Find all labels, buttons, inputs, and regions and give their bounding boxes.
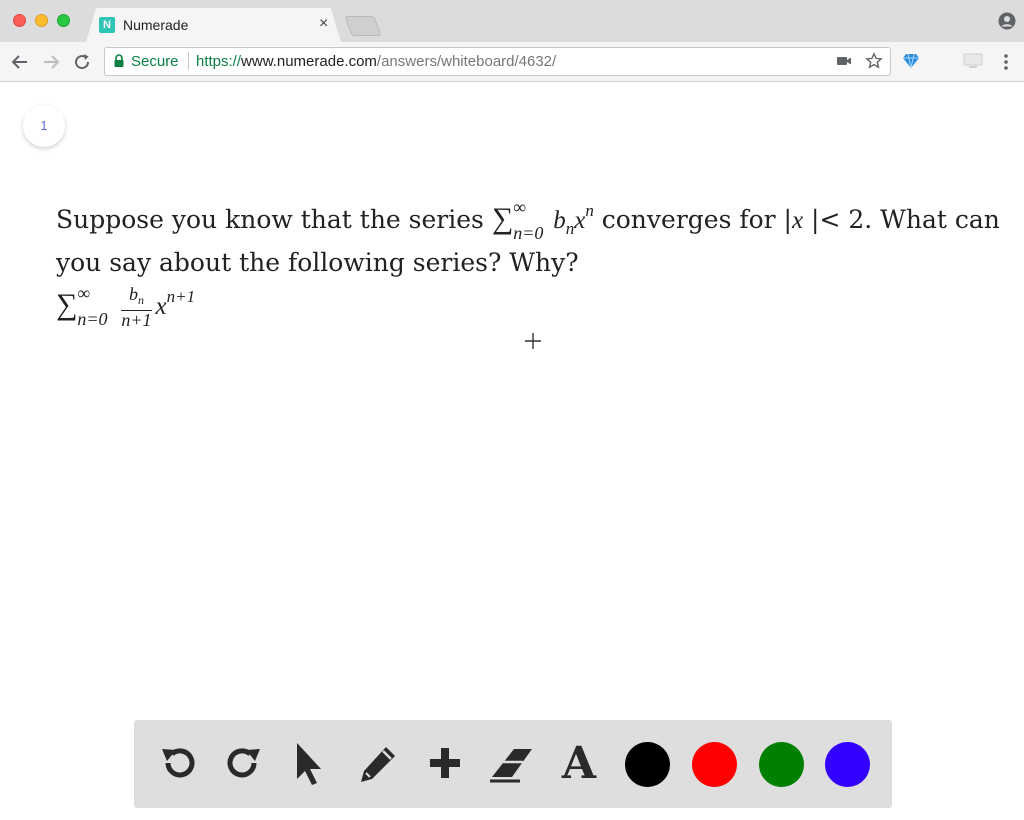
browser-menu-icon[interactable] xyxy=(996,52,1016,72)
question-text: Suppose you know that the series ∑ ∞ n=0 bn… xyxy=(56,194,1024,330)
crosshair-cursor-icon xyxy=(525,333,541,349)
plus-icon[interactable] xyxy=(423,741,467,787)
numerade-favicon-icon: N xyxy=(99,17,115,33)
fraction: bn n+1 xyxy=(121,284,152,330)
question-text-segment: Suppose you know that the series xyxy=(56,205,492,234)
question-text-segment: |< 2. What can xyxy=(803,205,1000,234)
url-scheme: https:// xyxy=(196,53,242,70)
text-icon[interactable]: A xyxy=(557,741,601,787)
secure-label: Secure xyxy=(131,53,179,70)
tab-close-button[interactable]: × xyxy=(319,15,328,33)
omnibox-divider xyxy=(188,52,189,70)
color-green-swatch[interactable] xyxy=(759,742,804,787)
pencil-icon[interactable] xyxy=(356,741,400,787)
question-line-2: you say about the following series? Why? xyxy=(56,248,579,277)
math-variable: x xyxy=(155,293,167,320)
back-arrow-icon[interactable] xyxy=(10,52,30,72)
screen-extension-icon[interactable] xyxy=(963,53,983,69)
question-text-segment: converges for | xyxy=(593,205,792,234)
camera-icon[interactable] xyxy=(836,54,852,68)
redo-icon[interactable] xyxy=(222,741,266,787)
lock-icon xyxy=(114,54,124,67)
math-superscript: n xyxy=(585,201,594,220)
fraction-denominator: n+1 xyxy=(121,310,152,330)
forward-arrow-icon[interactable] xyxy=(41,52,61,72)
sum-symbol: ∑ xyxy=(491,202,514,235)
page-number-badge[interactable]: 1 xyxy=(23,105,65,147)
bookmark-star-icon[interactable] xyxy=(865,52,883,70)
question-line-1: Suppose you know that the series ∑ ∞ n=0 bn… xyxy=(56,194,1024,246)
math-term: b xyxy=(553,207,566,234)
url-text[interactable]: https://www.numerade.com/answers/whitebo… xyxy=(196,53,556,70)
url-host: www.numerade.com xyxy=(241,53,377,70)
profile-icon[interactable] xyxy=(998,12,1016,30)
reload-icon[interactable] xyxy=(72,52,92,72)
eraser-icon[interactable] xyxy=(490,741,534,787)
color-black-swatch[interactable] xyxy=(625,742,670,787)
maximize-window-button[interactable] xyxy=(57,14,70,27)
gem-extension-icon[interactable] xyxy=(902,53,920,69)
tab-title: Numerade xyxy=(123,17,189,33)
sum-symbol: ∑ xyxy=(56,288,78,321)
close-window-button[interactable] xyxy=(13,14,26,27)
math-subscript: n xyxy=(565,219,575,238)
fraction-numerator: b xyxy=(128,284,138,304)
undo-icon[interactable] xyxy=(156,741,200,787)
math-subscript: n xyxy=(137,293,144,307)
math-variable: x xyxy=(791,207,804,234)
math-superscript: n+1 xyxy=(166,287,196,306)
question-series-formula: ∑ ∞ n=0 bn n+1 xn+1 xyxy=(56,280,1024,330)
color-blue-swatch[interactable] xyxy=(825,742,870,787)
sum-lower-limit: n=0 xyxy=(77,309,108,329)
color-red-swatch[interactable] xyxy=(692,742,737,787)
math-variable: x xyxy=(574,207,586,234)
pointer-icon[interactable] xyxy=(288,741,332,787)
url-path: /answers/whiteboard/4632/ xyxy=(376,53,557,70)
minimize-window-button[interactable] xyxy=(35,14,48,27)
sum-lower-limit: n=0 xyxy=(513,223,544,243)
